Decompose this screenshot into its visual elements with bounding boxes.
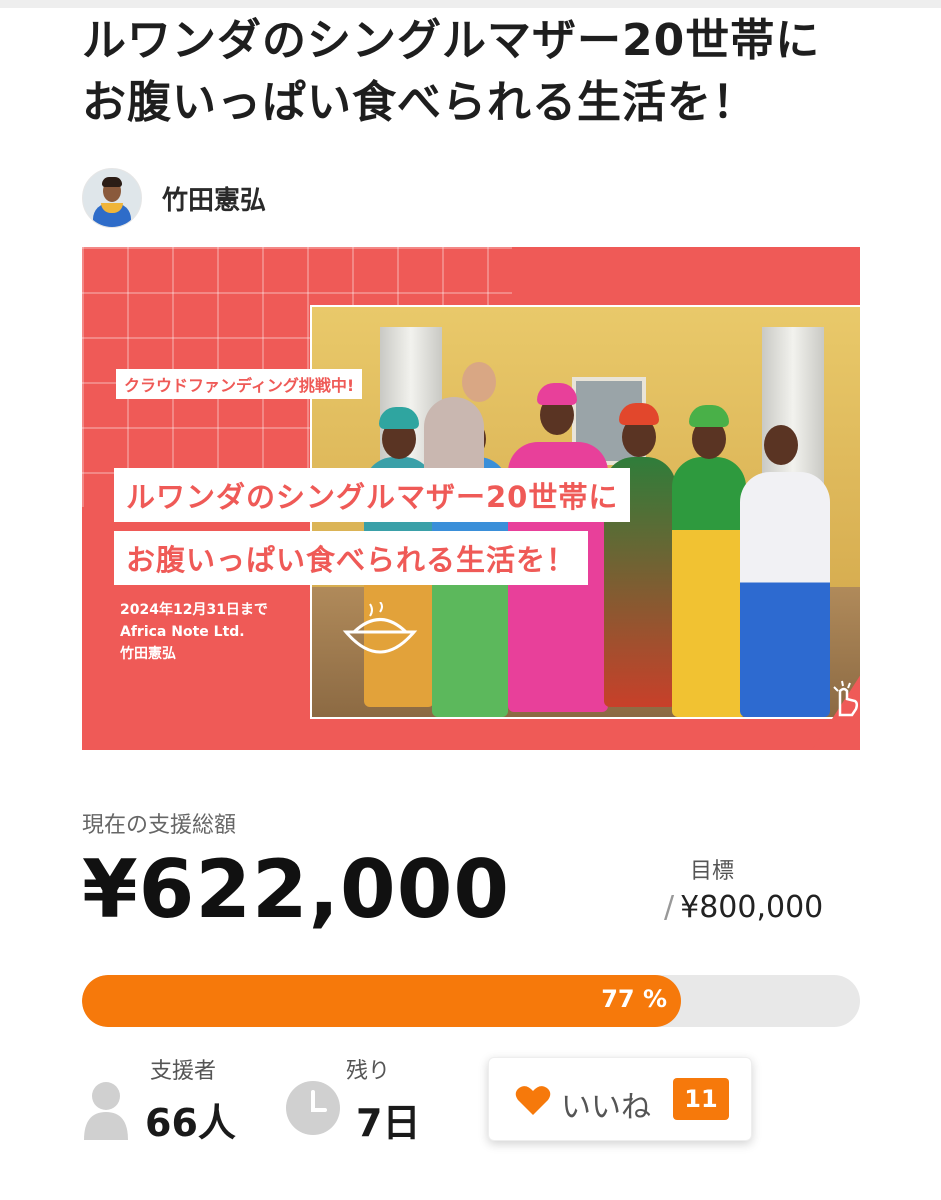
progress-fill: 77 % (82, 975, 682, 1027)
owner-row[interactable]: 竹田憲弘 (82, 168, 266, 228)
goal-amount: / ¥800,000 (664, 890, 823, 925)
hero-image: クラウドファンディング挑戦中! ルワンダのシングルマザー20世帯に お腹いっぱい… (82, 247, 860, 750)
like-label: いいね (561, 1090, 651, 1125)
bowl-icon (342, 602, 418, 654)
supporters-value: 66人 (145, 1101, 236, 1145)
clock-icon (286, 1081, 340, 1135)
title-line-2: お腹いっぱい食べられる生活を！ (82, 77, 757, 128)
hero-company: Africa Note Ltd. (120, 624, 245, 640)
progress-text: 77 % (601, 985, 668, 1013)
progress-bar: 77 % (82, 975, 860, 1027)
avatar[interactable] (82, 168, 142, 228)
hero-owner: 竹田憲弘 (120, 646, 176, 662)
person-icon (84, 1082, 128, 1140)
amount-label: 現在の支援総額 (82, 813, 237, 838)
like-count: 11 (673, 1078, 729, 1120)
goal-label: 目標 (690, 859, 735, 884)
top-bar (0, 0, 941, 8)
hand-pointer-icon (833, 680, 859, 717)
title-line-1: ルワンダのシングルマザー20世帯に (82, 15, 821, 66)
hero-headline-1: ルワンダのシングルマザー20世帯に (114, 468, 631, 522)
hero-meta: 2024年12月31日まで Africa Note Ltd. 竹田憲弘 (120, 599, 268, 665)
goal-slash: / (664, 890, 675, 925)
heart-icon (515, 1086, 551, 1115)
remaining-label: 残り (346, 1059, 391, 1084)
like-button[interactable]: いいね 11 (488, 1057, 752, 1141)
owner-name[interactable]: 竹田憲弘 (162, 180, 266, 217)
hero-headline-2: お腹いっぱい食べられる生活を！ (114, 531, 589, 585)
hero-badge: クラウドファンディング挑戦中! (116, 369, 363, 399)
goal-value: ¥800,000 (680, 890, 824, 925)
hero-deadline: 2024年12月31日まで (120, 602, 268, 618)
amount-raised: ¥622,000 (82, 843, 511, 936)
remaining-value: 7日 (356, 1101, 421, 1145)
supporters-label: 支援者 (150, 1059, 217, 1084)
project-title: ルワンダのシングルマザー20世帯に お腹いっぱい食べられる生活を！ (82, 10, 882, 134)
